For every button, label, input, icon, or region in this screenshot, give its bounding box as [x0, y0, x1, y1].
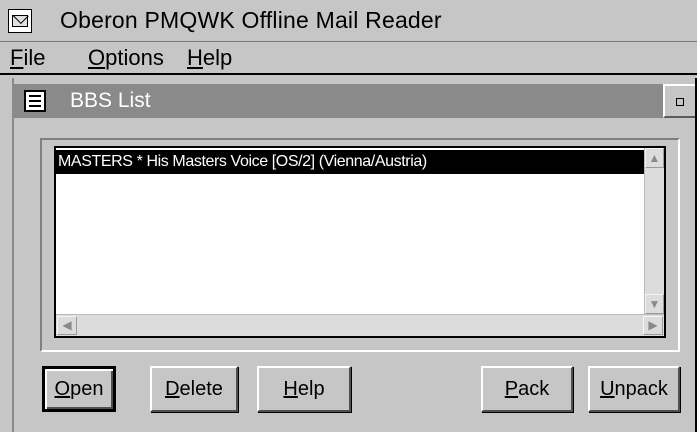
menu-options-accel: O: [88, 45, 106, 70]
app-window: Oberon PMQWK Offline Mail Reader File Op…: [0, 0, 697, 432]
open-button[interactable]: Open: [42, 366, 116, 412]
list-item[interactable]: MASTERS * His Masters Voice [OS/2] (Vien…: [56, 150, 646, 174]
app-title: Oberon PMQWK Offline Mail Reader: [60, 7, 442, 33]
menu-options[interactable]: Options: [88, 45, 164, 71]
delete-label: elete: [179, 378, 223, 400]
pack-button[interactable]: Pack: [481, 366, 573, 412]
menu-file-label: ile: [23, 45, 46, 70]
help-label: elp: [297, 378, 325, 400]
chevron-up-icon[interactable]: ▲: [645, 148, 664, 168]
child-window-title: BBS List: [70, 89, 151, 112]
bbs-listbox[interactable]: MASTERS * His Masters Voice [OS/2] (Vien…: [54, 146, 666, 338]
open-accel: O: [54, 378, 71, 400]
help-accel: H: [283, 378, 298, 400]
list-window-icon[interactable]: [24, 90, 46, 112]
pack-label: ack: [518, 378, 550, 400]
mail-envelope-icon[interactable]: [8, 9, 32, 33]
chevron-right-icon[interactable]: ▶: [643, 316, 663, 335]
maximize-icon[interactable]: [663, 84, 697, 118]
unpack-button[interactable]: Unpack: [588, 366, 680, 412]
menu-help-accel: H: [187, 45, 203, 70]
unpack-accel: U: [600, 378, 615, 400]
chevron-left-icon[interactable]: ◀: [57, 316, 77, 335]
chevron-down-icon[interactable]: ▼: [645, 294, 664, 314]
bbs-list-window: BBS List MASTERS * His Masters Voice [OS…: [12, 78, 697, 432]
delete-accel: D: [165, 378, 180, 400]
open-label: pen: [70, 378, 104, 400]
pack-accel: P: [504, 378, 519, 400]
unpack-label: npack: [614, 378, 668, 400]
help-button[interactable]: Help: [257, 366, 351, 412]
menu-bar: File Options Help: [0, 42, 697, 75]
horizontal-scrollbar[interactable]: ◀ ▶: [56, 314, 664, 336]
list-group-frame: MASTERS * His Masters Voice [OS/2] (Vien…: [40, 138, 680, 352]
delete-button[interactable]: Delete: [150, 366, 238, 412]
title-bar[interactable]: Oberon PMQWK Offline Mail Reader: [0, 0, 697, 42]
child-title-bar[interactable]: BBS List: [14, 84, 697, 118]
menu-file-accel: F: [10, 45, 24, 70]
vertical-scrollbar[interactable]: ▲ ▼: [644, 148, 664, 314]
menu-options-label: ptions: [105, 45, 164, 70]
menu-help-label: elp: [202, 45, 233, 70]
menu-help[interactable]: Help: [187, 45, 232, 71]
menu-file[interactable]: File: [10, 45, 45, 71]
